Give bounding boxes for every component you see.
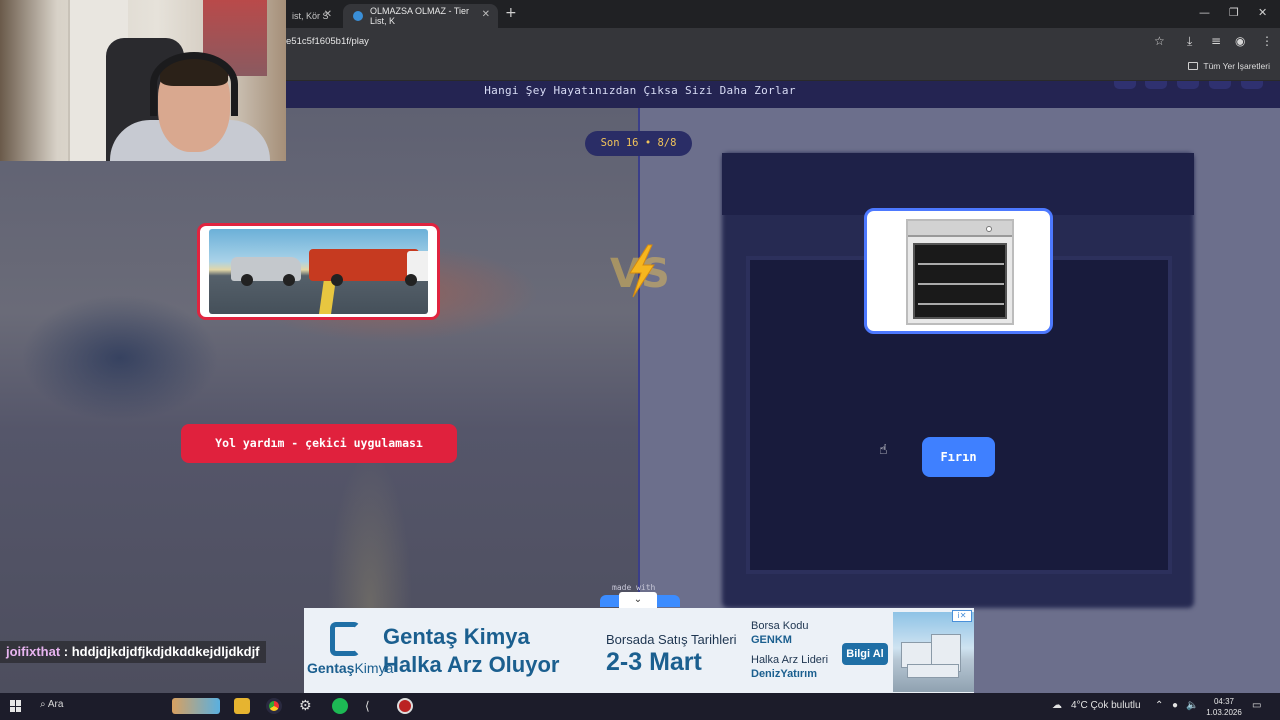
weather-icon[interactable]: ☁ bbox=[1052, 700, 1062, 711]
obs-icon[interactable] bbox=[397, 698, 413, 714]
settings-gear-icon[interactable]: ⚙ bbox=[299, 698, 315, 714]
header-button[interactable] bbox=[1241, 81, 1263, 89]
chrome-icon[interactable] bbox=[266, 698, 282, 714]
minimize-icon[interactable]: — bbox=[1199, 6, 1210, 19]
tab-close-icon[interactable]: ✕ bbox=[482, 9, 490, 20]
close-window-icon[interactable]: ✕ bbox=[1258, 6, 1267, 19]
screen: ist, Kör S ✕ OLMAZSA OLMAZ - Tier List, … bbox=[0, 0, 1280, 720]
gentas-logo-icon bbox=[330, 622, 360, 656]
tray-chevron-icon[interactable]: ⌃ bbox=[1155, 700, 1163, 711]
tow-truck-shape bbox=[309, 249, 428, 281]
tab-active[interactable]: OLMAZSA OLMAZ - Tier List, K ✕ bbox=[343, 4, 498, 28]
ad-sub-2: 2-3 Mart bbox=[606, 648, 702, 676]
header-button[interactable] bbox=[1177, 81, 1199, 89]
made-with-text: made with bbox=[612, 583, 656, 592]
ad-headline-1: Gentaş Kimya bbox=[383, 624, 530, 649]
round-badge: Son 16 • 8/8 bbox=[585, 131, 692, 156]
oven-control-panel bbox=[908, 221, 1012, 237]
microphone-icon[interactable]: ● bbox=[1172, 700, 1178, 711]
ad-right-4: DenizYatırım bbox=[751, 668, 818, 680]
taskbar-widget-icon[interactable] bbox=[172, 698, 220, 714]
new-tab-button[interactable]: + bbox=[505, 5, 517, 21]
ad-sub-1: Borsada Satış Tarihleri bbox=[606, 632, 737, 647]
left-option-label[interactable]: Yol yardım - çekici uygulaması bbox=[181, 424, 457, 463]
oven-knob bbox=[986, 226, 992, 232]
notification-icon[interactable]: ▭ bbox=[1252, 700, 1261, 711]
oven-window bbox=[913, 243, 1007, 319]
ad-collapse-chevron-icon[interactable]: ⌄ bbox=[619, 592, 657, 608]
file-explorer-icon[interactable] bbox=[234, 698, 250, 714]
windows-start-icon[interactable] bbox=[10, 700, 22, 712]
chat-separator: : bbox=[60, 644, 72, 659]
chat-username: joifixthat bbox=[6, 644, 61, 659]
chat-text: hddjdjkdjdfjkdjdkddkejdljdkdjf bbox=[71, 644, 260, 659]
weather-text[interactable]: 4°C Çok bulutlu bbox=[1071, 700, 1141, 711]
header-button[interactable] bbox=[1114, 81, 1136, 89]
profile-icon[interactable]: ◉ bbox=[1235, 34, 1245, 48]
road-line bbox=[318, 281, 336, 314]
chat-message: joifixthat : hddjdjkdjdfjkdjdkddkejdljdk… bbox=[0, 641, 266, 663]
wheel bbox=[241, 274, 253, 286]
all-bookmarks-label: Tüm Yer İşaretleri bbox=[1203, 61, 1270, 71]
wheel bbox=[283, 274, 295, 286]
ad-right-3: Halka Arz Lideri bbox=[751, 654, 829, 666]
right-option-label[interactable]: Fırın bbox=[922, 437, 995, 477]
all-bookmarks-button[interactable]: Tüm Yer İşaretleri bbox=[1188, 61, 1270, 71]
taskbar-clock[interactable]: 04:37 1.03.2026 bbox=[1200, 696, 1248, 718]
hand-cursor-icon: ☝ bbox=[879, 442, 888, 458]
restore-icon[interactable]: ❐ bbox=[1229, 6, 1239, 19]
webcam-overlay bbox=[0, 0, 286, 161]
menu-icon[interactable]: ⋮ bbox=[1261, 34, 1273, 48]
ad-factory-image bbox=[893, 612, 974, 692]
right-option-card[interactable] bbox=[864, 208, 1053, 334]
tab-favicon-icon bbox=[353, 11, 363, 21]
wheel bbox=[331, 274, 343, 286]
right-background-oven-panel bbox=[722, 153, 1194, 215]
folder-icon bbox=[1188, 62, 1199, 70]
ad-headline-2: Halka Arz Oluyor bbox=[383, 652, 560, 677]
ad-right-2: GENKM bbox=[751, 634, 792, 646]
media-icon[interactable]: ≡ bbox=[1211, 34, 1221, 48]
header-button[interactable] bbox=[1145, 81, 1167, 89]
left-option-background[interactable] bbox=[0, 108, 639, 693]
ad-right-1: Borsa Kodu bbox=[751, 620, 809, 632]
ad-logo-text: GentaşKimya bbox=[307, 660, 394, 676]
ad-banner[interactable]: GentaşKimya Gentaş Kimya Halka Arz Oluyo… bbox=[304, 608, 974, 693]
speaker-icon[interactable]: 🔈 bbox=[1186, 700, 1198, 711]
spotify-icon[interactable] bbox=[332, 698, 348, 714]
ad-info-button[interactable]: Bilgi Al bbox=[842, 643, 888, 665]
left-option-card[interactable] bbox=[197, 223, 440, 320]
vs-lightning-icon: VS bbox=[610, 244, 670, 298]
download-icon[interactable]: ⤓ bbox=[1187, 34, 1192, 49]
ad-close-icon[interactable]: i✕ bbox=[952, 610, 972, 622]
header-button[interactable] bbox=[1209, 81, 1231, 89]
clock-date: 1.03.2026 bbox=[1206, 708, 1242, 717]
taskbar-search[interactable]: ⌕ Ara bbox=[40, 699, 63, 710]
tab-previous[interactable]: ist, Kör S ✕ bbox=[282, 4, 340, 28]
tab-title: OLMAZSA OLMAZ - Tier List, K bbox=[370, 6, 470, 26]
tow-truck-image bbox=[209, 229, 428, 314]
bookmark-star-icon[interactable]: ☆ bbox=[1154, 34, 1165, 48]
wheel bbox=[405, 274, 417, 286]
clock-time: 04:37 bbox=[1213, 697, 1235, 706]
tab-close-icon[interactable]: ✕ bbox=[324, 9, 332, 20]
oven-image bbox=[906, 219, 1014, 325]
taskbar: ⌕ Ara ⚙ ⟨ ☁ 4°C Çok bulutlu ⌃ ● 🔈 04:37 … bbox=[0, 693, 1280, 720]
app-icon[interactable]: ⟨ bbox=[365, 698, 381, 714]
url-field[interactable]: e51c5f1605b1f/play bbox=[286, 36, 369, 47]
headset-icon bbox=[150, 52, 238, 116]
